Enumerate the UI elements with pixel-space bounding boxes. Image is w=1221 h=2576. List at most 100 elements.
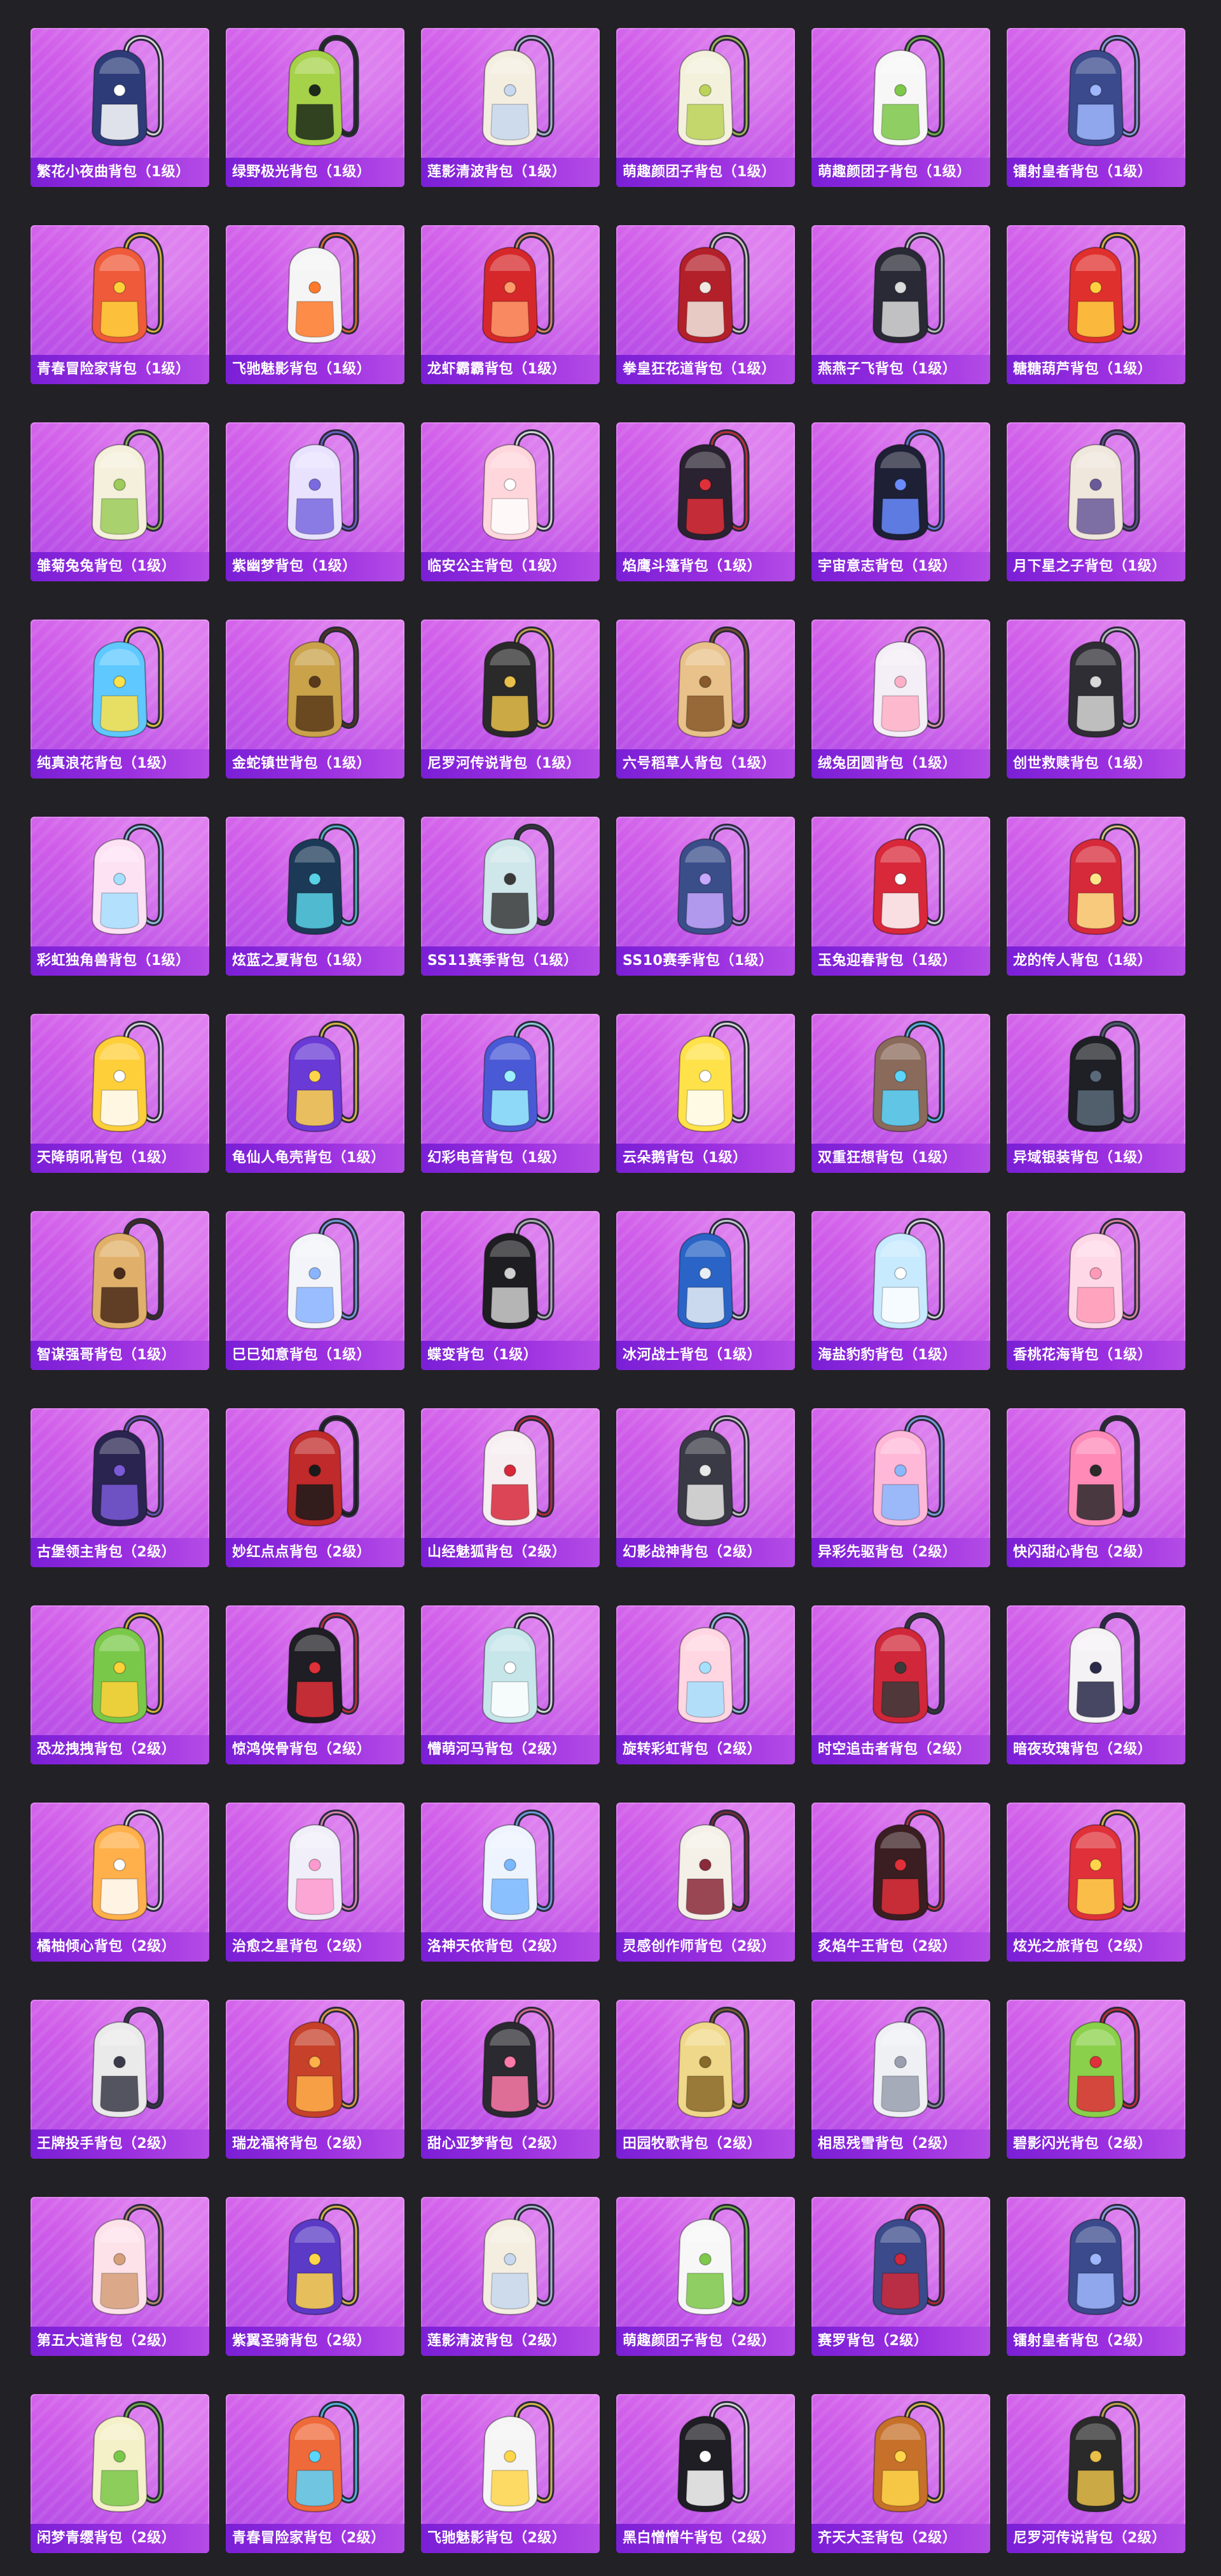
backpack-card[interactable]: 萌趣颜团子背包（1级）	[616, 28, 795, 187]
backpack-icon	[421, 2000, 600, 2127]
backpack-card[interactable]: 青春冒险家背包（2级）	[226, 2394, 404, 2553]
backpack-card[interactable]: 炫光之旅背包（2级）	[1007, 1803, 1185, 1962]
backpack-card[interactable]: 惊鸿侠骨背包（2级）	[226, 1605, 404, 1764]
backpack-card[interactable]: 旋转彩虹背包（2级）	[616, 1605, 795, 1764]
backpack-name-label: SS10赛季背包（1级）	[616, 946, 795, 976]
backpack-card[interactable]: 雏菊兔兔背包（1级）	[31, 422, 209, 581]
backpack-card[interactable]: 双重狂想背包（1级）	[811, 1014, 990, 1173]
backpack-card[interactable]: 闲梦青缨背包（2级）	[31, 2394, 209, 2553]
backpack-card[interactable]: 彩虹独角兽背包（1级）	[31, 817, 209, 976]
backpack-card[interactable]: SS10赛季背包（1级）	[616, 817, 795, 976]
backpack-card[interactable]: 异彩先驱背包（2级）	[811, 1408, 990, 1567]
backpack-icon	[616, 1408, 795, 1535]
backpack-name-label: 糖糖葫芦背包（1级）	[1007, 355, 1185, 384]
backpack-card[interactable]: 飞驰魅影背包（2级）	[421, 2394, 600, 2553]
backpack-card[interactable]: 恐龙拽拽背包（2级）	[31, 1605, 209, 1764]
backpack-icon	[616, 1014, 795, 1141]
backpack-icon	[1007, 1408, 1185, 1535]
backpack-card[interactable]: 拳皇狂花道背包（1级）	[616, 225, 795, 384]
backpack-grid: 繁花小夜曲背包（1级） 绿野极光背包（1级） 莲影清波背包（1级） 萌趣颜团子背包（1…	[31, 28, 1185, 2553]
backpack-card[interactable]: 创世救赎背包（1级）	[1007, 620, 1185, 779]
backpack-card[interactable]: 快闪甜心背包（2级）	[1007, 1408, 1185, 1567]
backpack-card[interactable]: 赛罗背包（2级）	[811, 2197, 990, 2356]
backpack-card[interactable]: 飞驰魅影背包（1级）	[226, 225, 404, 384]
backpack-card[interactable]: 香桃花海背包（1级）	[1007, 1211, 1185, 1370]
backpack-icon	[31, 620, 209, 747]
backpack-card[interactable]: 青春冒险家背包（1级）	[31, 225, 209, 384]
backpack-card[interactable]: 绿野极光背包（1级）	[226, 28, 404, 187]
backpack-card[interactable]: 第五大道背包（2级）	[31, 2197, 209, 2356]
backpack-card[interactable]: 尼罗河传说背包（2级）	[1007, 2394, 1185, 2553]
backpack-card[interactable]: 懵萌河马背包（2级）	[421, 1605, 600, 1764]
backpack-card[interactable]: 田园牧歌背包（2级）	[616, 2000, 795, 2159]
backpack-card[interactable]: 尼罗河传说背包（1级）	[421, 620, 600, 779]
backpack-card[interactable]: 异域银装背包（1级）	[1007, 1014, 1185, 1173]
backpack-card[interactable]: 冰河战士背包（1级）	[616, 1211, 795, 1370]
backpack-card[interactable]: 镭射皇者背包（1级）	[1007, 28, 1185, 187]
backpack-card[interactable]: 莲影清波背包（2级）	[421, 2197, 600, 2356]
backpack-name-label: 双重狂想背包（1级）	[811, 1144, 990, 1173]
backpack-card[interactable]: 灵感创作师背包（2级）	[616, 1803, 795, 1962]
backpack-icon	[616, 1803, 795, 1930]
backpack-card[interactable]: 巳巳如意背包（1级）	[226, 1211, 404, 1370]
backpack-card[interactable]: 纯真浪花背包（1级）	[31, 620, 209, 779]
backpack-card[interactable]: 紫幽梦背包（1级）	[226, 422, 404, 581]
backpack-name-label: 云朵鹅背包（1级）	[616, 1144, 795, 1173]
backpack-icon	[811, 1605, 990, 1733]
backpack-card[interactable]: 玉兔迎春背包（1级）	[811, 817, 990, 976]
backpack-card[interactable]: 龟仙人龟壳背包（1级）	[226, 1014, 404, 1173]
backpack-card[interactable]: 燕燕子飞背包（1级）	[811, 225, 990, 384]
backpack-card[interactable]: 时空追击者背包（2级）	[811, 1605, 990, 1764]
backpack-card[interactable]: 糖糖葫芦背包（1级）	[1007, 225, 1185, 384]
backpack-card[interactable]: 宇宙意志背包（1级）	[811, 422, 990, 581]
backpack-card[interactable]: 萌趣颜团子背包（2级）	[616, 2197, 795, 2356]
backpack-card[interactable]: 古堡领主背包（2级）	[31, 1408, 209, 1567]
backpack-card[interactable]: 治愈之星背包（2级）	[226, 1803, 404, 1962]
backpack-card[interactable]: 月下星之子背包（1级）	[1007, 422, 1185, 581]
backpack-card[interactable]: 金蛇镇世背包（1级）	[226, 620, 404, 779]
backpack-card[interactable]: 智谋强哥背包（1级）	[31, 1211, 209, 1370]
backpack-card[interactable]: 黑白憎憎牛背包（2级）	[616, 2394, 795, 2553]
backpack-card[interactable]: 六号稻草人背包（1级）	[616, 620, 795, 779]
backpack-icon	[1007, 422, 1185, 550]
backpack-card[interactable]: 天降萌吼背包（1级）	[31, 1014, 209, 1173]
backpack-name-label: 齐天大圣背包（2级）	[811, 2524, 990, 2553]
backpack-card[interactable]: 临安公主背包（1级）	[421, 422, 600, 581]
backpack-card[interactable]: 云朵鹅背包（1级）	[616, 1014, 795, 1173]
backpack-card[interactable]: 山经魅狐背包（2级）	[421, 1408, 600, 1567]
backpack-card[interactable]: 齐天大圣背包（2级）	[811, 2394, 990, 2553]
backpack-card[interactable]: SS11赛季背包（1级）	[421, 817, 600, 976]
backpack-name-label: 橘柚倾心背包（2级）	[31, 1932, 209, 1962]
backpack-card[interactable]: 妙红点点背包（2级）	[226, 1408, 404, 1567]
backpack-card[interactable]: 萌趣颜团子背包（1级）	[811, 28, 990, 187]
backpack-card[interactable]: 海盐豹豹背包（1级）	[811, 1211, 990, 1370]
backpack-name-label: 治愈之星背包（2级）	[226, 1932, 404, 1962]
backpack-card[interactable]: 炙焰牛王背包（2级）	[811, 1803, 990, 1962]
backpack-card[interactable]: 橘柚倾心背包（2级）	[31, 1803, 209, 1962]
backpack-icon	[1007, 2197, 1185, 2324]
backpack-name-label: 龙虾霸霸背包（1级）	[421, 355, 600, 384]
backpack-card[interactable]: 王牌投手背包（2级）	[31, 2000, 209, 2159]
backpack-card[interactable]: 幻彩电音背包（1级）	[421, 1014, 600, 1173]
backpack-card[interactable]: 幻影战神背包（2级）	[616, 1408, 795, 1567]
backpack-card[interactable]: 暗夜玫瑰背包（2级）	[1007, 1605, 1185, 1764]
backpack-card[interactable]: 炫蓝之夏背包（1级）	[226, 817, 404, 976]
backpack-card[interactable]: 莲影清波背包（1级）	[421, 28, 600, 187]
backpack-name-label: 炫蓝之夏背包（1级）	[226, 946, 404, 976]
backpack-card[interactable]: 龙的传人背包（1级）	[1007, 817, 1185, 976]
backpack-card[interactable]: 紫翼圣骑背包（2级）	[226, 2197, 404, 2356]
backpack-name-label: 旋转彩虹背包（2级）	[616, 1735, 795, 1764]
backpack-card[interactable]: 洛神天依背包（2级）	[421, 1803, 600, 1962]
backpack-card[interactable]: 甜心亚梦背包（2级）	[421, 2000, 600, 2159]
backpack-card[interactable]: 蝶变背包（1级）	[421, 1211, 600, 1370]
backpack-icon	[811, 2394, 990, 2521]
backpack-card[interactable]: 相思残雪背包（2级）	[811, 2000, 990, 2159]
backpack-card[interactable]: 繁花小夜曲背包（1级）	[31, 28, 209, 187]
backpack-card[interactable]: 瑞龙福将背包（2级）	[226, 2000, 404, 2159]
backpack-card[interactable]: 绒兔团圆背包（1级）	[811, 620, 990, 779]
backpack-card[interactable]: 龙虾霸霸背包（1级）	[421, 225, 600, 384]
backpack-card[interactable]: 焰鹰斗篷背包（1级）	[616, 422, 795, 581]
backpack-name-label: 相思残雪背包（2级）	[811, 2129, 990, 2159]
backpack-card[interactable]: 碧影闪光背包（2级）	[1007, 2000, 1185, 2159]
backpack-card[interactable]: 镭射皇者背包（2级）	[1007, 2197, 1185, 2356]
